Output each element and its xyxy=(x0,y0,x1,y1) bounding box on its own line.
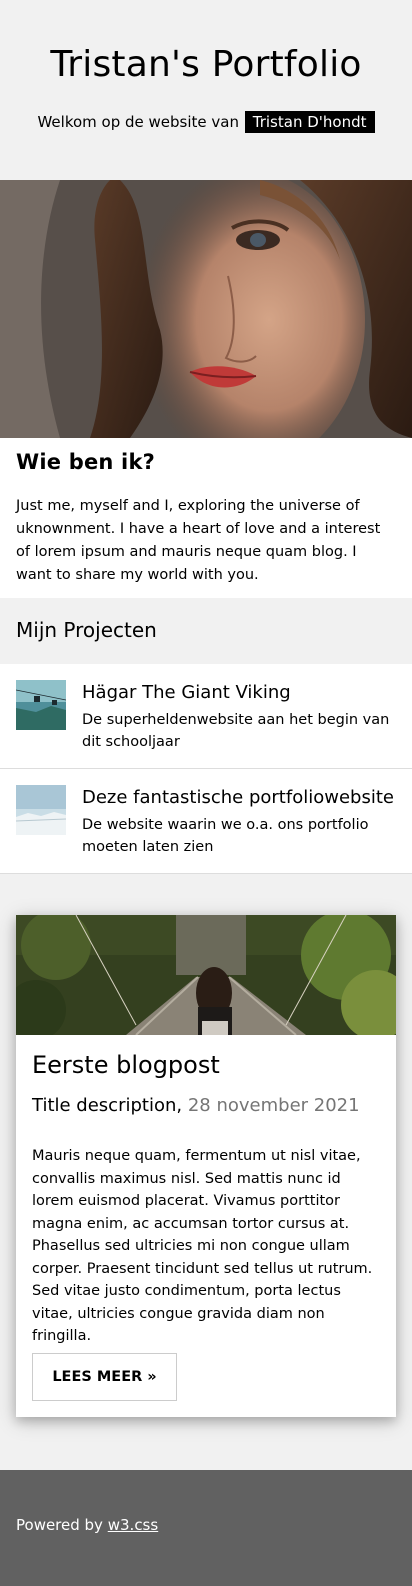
blog-card: Eerste blogpost Title description, 28 no… xyxy=(16,915,396,1417)
project-title: Hägar The Giant Viking xyxy=(82,682,291,703)
blog-title: Eerste blogpost xyxy=(32,1051,220,1079)
site-header: Tristan's Portfolio Welkom op de website… xyxy=(0,0,412,180)
powered-by-prefix: Powered by xyxy=(16,1516,103,1534)
snow-landscape-thumbnail xyxy=(16,785,66,835)
project-item[interactable]: Hägar The Giant Viking De superheldenweb… xyxy=(0,664,412,769)
projects-list: Hägar The Giant Viking De superheldenweb… xyxy=(0,664,412,874)
cable-car-thumbnail xyxy=(16,680,66,730)
projects-heading: Mijn Projecten xyxy=(16,618,157,642)
about-text: Just me, myself and I, exploring the uni… xyxy=(16,498,381,583)
site-title: Tristan's Portfolio xyxy=(50,44,362,85)
project-description: De superheldenwebsite aan het begin van … xyxy=(82,712,390,750)
project-title: Deze fantastische portfoliowebsite xyxy=(82,787,394,808)
w3css-link[interactable]: w3.css xyxy=(108,1516,158,1534)
blog-meta: Title description, 28 november 2021 xyxy=(32,1095,360,1116)
powered-by: Powered by w3.css xyxy=(16,1516,158,1534)
projects-header: Mijn Projecten xyxy=(0,598,412,664)
portrait-illustration xyxy=(0,180,412,438)
site-footer: Powered by w3.css xyxy=(0,1470,412,1586)
name-badge: Tristan D'hondt xyxy=(244,111,375,133)
welcome-prefix: Welkom op de website van xyxy=(37,113,239,131)
bridge-image xyxy=(16,915,396,1035)
project-item[interactable]: Deze fantastische portfoliowebsite De we… xyxy=(0,769,412,874)
blog-description: Title description, xyxy=(32,1095,183,1116)
about-section: Wie ben ik? Just me, myself and I, explo… xyxy=(0,438,412,598)
bridge-illustration xyxy=(16,915,396,1035)
about-heading: Wie ben ik? xyxy=(16,450,155,474)
read-more-button[interactable]: LEES MEER » xyxy=(32,1353,177,1401)
hero-portrait-image xyxy=(0,180,412,438)
blog-body: Mauris neque quam, fermentum ut nisl vit… xyxy=(32,1148,373,1344)
project-description: De website waarin we o.a. ons portfolio … xyxy=(82,817,369,855)
blog-date: 28 november 2021 xyxy=(187,1095,360,1116)
welcome-text: Welkom op de website van Tristan D'hondt xyxy=(0,111,412,133)
